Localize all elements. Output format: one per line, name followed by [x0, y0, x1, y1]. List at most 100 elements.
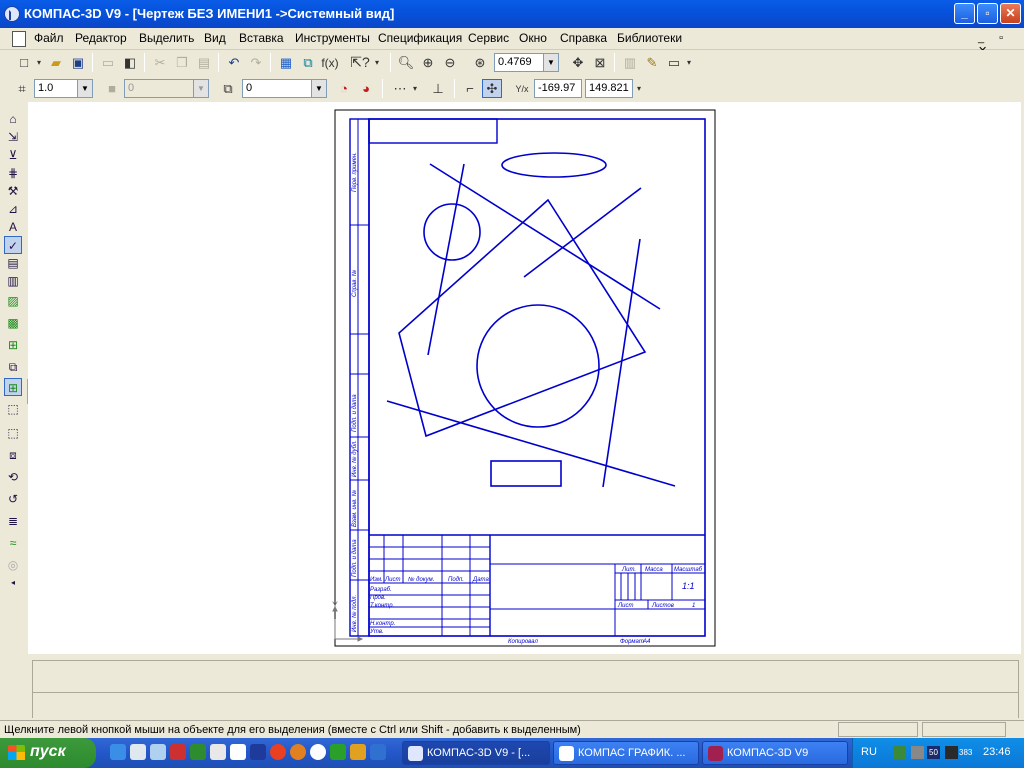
insert-view-icon[interactable]: ▥ [4, 272, 22, 290]
measure-icon[interactable]: ⊿ [4, 200, 22, 218]
minimize-button[interactable]: _ [954, 3, 975, 24]
edit-icon[interactable]: ⋕ [4, 164, 22, 182]
undo-icon[interactable]: ↶ [224, 53, 244, 72]
dimensions-icon[interactable]: ⇲ [4, 128, 22, 146]
menu-service[interactable]: Сервис [468, 31, 509, 45]
quicklaunch-extra-icon[interactable] [370, 744, 386, 760]
splitter[interactable] [0, 654, 1024, 658]
view-icon[interactable]: ⧈ [4, 446, 22, 464]
quicklaunch-calc-icon[interactable] [210, 744, 226, 760]
screen-icon[interactable]: ▭ [664, 53, 684, 72]
menu-specification[interactable]: Спецификация [378, 31, 462, 45]
layer-field[interactable]: 0 [242, 79, 312, 98]
quicklaunch-document-icon[interactable] [130, 744, 146, 760]
color-dropdown[interactable]: ▼ [193, 79, 209, 98]
coord-y-field[interactable]: 149.821 [585, 79, 633, 98]
tray-volume-icon[interactable] [945, 746, 958, 759]
menu-help[interactable]: Справка [560, 31, 607, 45]
more-icon[interactable]: ≈ [4, 534, 22, 552]
menu-insert[interactable]: Вставка [239, 31, 284, 45]
menu-libraries[interactable]: Библиотеки [617, 31, 682, 45]
new-dropdown-icon[interactable]: ▾ [34, 53, 44, 72]
color-icon[interactable]: ■ [102, 79, 122, 98]
library-manager-icon[interactable]: ▦ [276, 53, 296, 72]
quicklaunch-folder-icon[interactable] [350, 744, 366, 760]
geometry-icon[interactable]: ⌂ [4, 110, 22, 128]
menu-view[interactable]: Вид [204, 31, 226, 45]
line-width-dropdown[interactable]: ▼ [77, 79, 93, 98]
language-indicator[interactable]: RU [861, 746, 877, 758]
select-icon[interactable]: A [4, 218, 22, 236]
task-kompas-drawing[interactable]: КОМПАС-3D V9 - [... [402, 741, 550, 765]
grid-icon[interactable]: ⋯ [390, 79, 410, 98]
disabled-tool-icon[interactable]: ◎ [4, 556, 22, 574]
quicklaunch-browser-icon[interactable] [270, 744, 286, 760]
quicklaunch-firefox-icon[interactable] [290, 744, 306, 760]
report-icon[interactable]: ▤ [4, 254, 22, 272]
layer-icon[interactable]: ▩ [4, 314, 22, 332]
tray-percent[interactable]: 383 [959, 746, 979, 759]
screen-dropdown-icon[interactable]: ▾ [684, 53, 694, 72]
quicklaunch-media-icon[interactable] [170, 744, 186, 760]
maximize-button[interactable]: ▫ [977, 3, 998, 24]
quicklaunch-app-icon[interactable] [330, 744, 346, 760]
round-icon[interactable]: ✣ [482, 79, 502, 98]
local-cs-icon[interactable]: ⊥ [428, 79, 448, 98]
tray-device-icon[interactable] [911, 746, 924, 759]
symbols-icon[interactable]: ⊻ [4, 146, 22, 164]
cut-icon[interactable]: ✂ [150, 53, 170, 72]
layer-dropdown[interactable]: ▼ [311, 79, 327, 98]
task-word-doc[interactable]: КОМПАС ГРАФИК. ... [553, 741, 699, 765]
menu-file[interactable]: Файл [34, 31, 64, 45]
new-file-icon[interactable]: □ [14, 53, 34, 72]
show-all-icon[interactable]: ⊠ [590, 53, 610, 72]
wave-icon[interactable]: ≣ [4, 512, 22, 530]
zoom-scale-icon[interactable]: ⊛ [470, 53, 490, 72]
snap-local-icon[interactable]: ◕ [356, 79, 376, 98]
task-kompas-app[interactable]: КОМПАС-3D V9 [702, 741, 848, 765]
redo-icon[interactable]: ↷ [246, 53, 266, 72]
tray-network-icon[interactable] [893, 746, 906, 759]
fragment-icon[interactable]: ⊞ [4, 336, 22, 354]
quicklaunch-word-icon[interactable] [230, 744, 246, 760]
step-icon[interactable]: ⌗ [12, 79, 32, 98]
tray-counter[interactable]: 50 [927, 746, 940, 759]
grid-dropdown-icon[interactable]: ▾ [410, 79, 420, 98]
clock[interactable]: 23:46 [983, 746, 1011, 758]
menu-select[interactable]: Выделить [139, 31, 194, 45]
menu-tools[interactable]: Инструменты [295, 31, 370, 45]
parametrize-icon[interactable]: ⚒ [4, 182, 22, 200]
zoom-value-field[interactable]: 0.4769 [494, 53, 544, 72]
snap-icon[interactable]: ◔ [334, 79, 354, 98]
quicklaunch-network-icon[interactable] [190, 744, 206, 760]
drawing-svg[interactable]: Y Перв. примен. Справ. № Подп. и дата Ин… [28, 102, 1021, 654]
ortho-icon[interactable]: ⌐ [460, 79, 480, 98]
coord-dropdown-icon[interactable]: ▾ [634, 79, 644, 98]
scroll-down-icon[interactable]: ◂ [4, 574, 22, 592]
pan-icon[interactable]: ✥ [568, 53, 588, 72]
refresh-icon[interactable]: ▥ [620, 53, 640, 72]
open-file-icon[interactable]: ▰ [46, 53, 66, 72]
menu-window[interactable]: Окно [519, 31, 547, 45]
function-icon[interactable]: f(x) [320, 53, 340, 72]
zoom-dropdown[interactable]: ▼ [543, 53, 559, 72]
save-icon[interactable]: ▣ [68, 53, 88, 72]
color-field[interactable]: 0 [124, 79, 194, 98]
new-view-icon[interactable]: ▨ [4, 292, 22, 310]
help-pointer-icon[interactable]: ⇱? [350, 53, 370, 72]
quicklaunch-player-icon[interactable] [310, 744, 326, 760]
help-dropdown-icon[interactable]: ▾ [372, 53, 382, 72]
insert-raster-icon[interactable]: ⬚ [4, 424, 22, 442]
close-button[interactable]: ✕ [1000, 3, 1021, 24]
drawing-canvas[interactable]: Y Перв. примен. Справ. № Подп. и дата Ин… [28, 102, 1021, 654]
hatch-icon[interactable]: ↺ [4, 490, 22, 508]
print-preview-icon[interactable]: ◧ [120, 53, 140, 72]
insert-fragment-icon[interactable]: ⬚ [4, 400, 22, 418]
paste-icon[interactable]: ▤ [194, 53, 214, 72]
quicklaunch-explorer-icon[interactable] [110, 744, 126, 760]
layer-icon[interactable]: ⧉ [218, 79, 238, 98]
zoom-in-icon[interactable]: ⊕ [418, 53, 438, 72]
zoom-out-icon[interactable]: ⊖ [440, 53, 460, 72]
start-button[interactable]: пуск [0, 738, 96, 768]
spec-icon[interactable]: ✓ [4, 236, 22, 254]
